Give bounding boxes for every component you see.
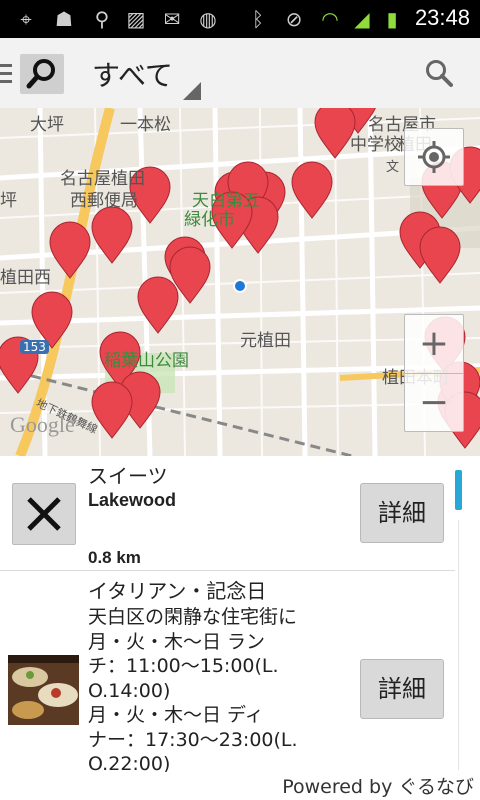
android-debug-icon: ☗: [55, 7, 73, 31]
usb-icon: ⚲: [94, 7, 110, 31]
close-button[interactable]: [12, 483, 76, 545]
result-genre: イタリアン・記念日: [88, 579, 267, 603]
wifi-icon: ◠: [321, 7, 339, 31]
signal-icon: ◢: [354, 7, 370, 31]
zoom-in-button[interactable]: +: [405, 315, 463, 374]
map-label: 緑化市: [184, 210, 235, 230]
route-shield: 153: [20, 340, 49, 354]
map-marker[interactable]: [91, 381, 133, 439]
desc-line: O.14:00): [88, 679, 171, 702]
scrollbar[interactable]: [455, 470, 462, 510]
map-label: 植田西: [0, 268, 51, 288]
footer: Powered by ぐるなび: [0, 772, 480, 800]
map-marker[interactable]: [314, 108, 356, 159]
desc-line: チ：11:00～15:00(L.: [88, 655, 279, 677]
detail-button[interactable]: 詳細: [360, 483, 444, 543]
result-name: Lakewood: [88, 490, 177, 510]
list-item[interactable]: イタリアン・記念日 天白区の閑静な住宅街に 月・火・木～日 ラン チ：11:00…: [0, 571, 455, 772]
category-spinner[interactable]: すべて: [92, 54, 173, 94]
mute-icon: ⊘: [285, 7, 303, 31]
gps-icon: ⌖: [20, 7, 32, 31]
map-marker[interactable]: [49, 221, 91, 279]
map-label: 西郵便局: [70, 191, 138, 211]
map-marker[interactable]: [291, 161, 333, 219]
close-icon: [27, 497, 61, 531]
desc-line: 月・火・木～日 ラン: [88, 630, 266, 653]
zoom-out-button[interactable]: −: [405, 374, 463, 431]
map-view[interactable]: 大坪 一本松 名古屋植田 西郵便局 天白第五 緑化市 植田西 元植田 稲葉山公園…: [0, 108, 480, 456]
result-thumbnail: [8, 655, 79, 725]
result-description: 天白区の閑静な住宅街に 月・火・木～日 ラン チ：11:00～15:00(L. …: [88, 605, 328, 772]
google-logo: Google: [10, 412, 75, 437]
my-location-icon: [418, 141, 450, 173]
search-icon[interactable]: [424, 58, 454, 88]
desc-line: O.22:00): [88, 753, 171, 772]
desc-line: 月・火・木～日 ディ: [88, 704, 264, 726]
map-label: 大坪: [30, 115, 64, 135]
scroll-track: [458, 520, 459, 770]
map-label: 一本松: [120, 115, 171, 135]
map-label: 稲葉山公園: [104, 351, 189, 371]
powered-by: Powered by ぐるなび: [282, 776, 474, 798]
result-distance: 0.8 km: [88, 548, 141, 567]
sync-icon: ◍: [199, 7, 217, 31]
clock: 23:48: [414, 5, 470, 30]
status-bar: ⌖ ☗ ⚲ ▨ ✉ ◍ ᛒ ⊘ ◠ ◢ ▮ 23:48: [0, 0, 480, 38]
zoom-controls: + −: [404, 314, 464, 432]
app-search-icon[interactable]: [20, 54, 64, 94]
overflow-triangle-icon: [183, 82, 201, 100]
desc-line: 天白区の閑静な住宅街に: [88, 606, 298, 628]
desc-line: ナー：17:30～23:00(L.: [88, 728, 298, 751]
results-list[interactable]: スイーツ Lakewood 0.8 km 詳細 イタリアン・記念日 天白区の閑静…: [0, 456, 480, 772]
battery-charging-icon: ▮: [386, 7, 398, 31]
gmail-icon: ✉: [163, 7, 181, 31]
drawer-icon[interactable]: [0, 64, 14, 86]
school-icon: 文: [386, 160, 400, 175]
my-location-button[interactable]: [404, 128, 464, 186]
action-bar: [0, 38, 480, 109]
map-label: 元植田: [240, 331, 291, 351]
image-warning-icon: ▨: [126, 7, 146, 31]
map-label: 中学校: [350, 135, 401, 155]
detail-button[interactable]: 詳細: [360, 659, 444, 719]
map-label: 坪: [0, 191, 17, 211]
result-genre: スイーツ: [88, 464, 168, 488]
list-item[interactable]: スイーツ Lakewood 0.8 km 詳細: [0, 456, 455, 571]
bluetooth-icon: ᛒ: [252, 7, 264, 31]
